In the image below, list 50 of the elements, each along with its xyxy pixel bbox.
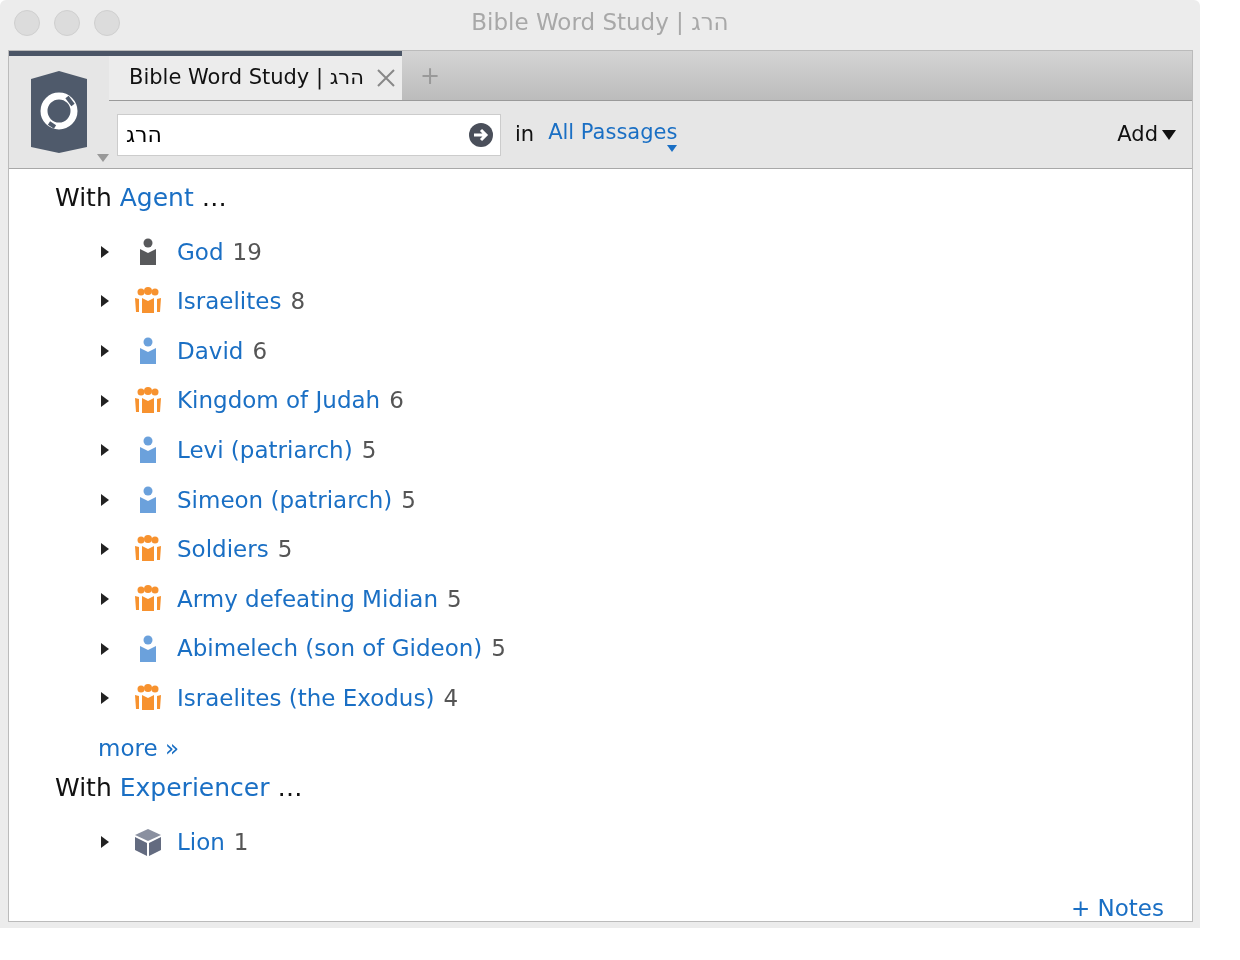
section-heading: With [55, 182, 112, 214]
section-heading: With [55, 772, 112, 805]
entity-link[interactable]: Simeon (patriarch) [177, 482, 393, 517]
entity-link[interactable]: Soldiers [177, 532, 269, 567]
caret-icon[interactable] [667, 145, 678, 153]
entity-link[interactable]: Kingdom of Judah [177, 383, 381, 418]
window-title: Bible Word Study | הרג [471, 7, 729, 37]
count-label: 6 [389, 386, 404, 416]
expand-arrow-icon[interactable] [101, 836, 109, 849]
close-tab-icon[interactable] [375, 68, 396, 88]
expand-arrow-icon[interactable] [101, 245, 109, 258]
entity-link[interactable]: Levi (patriarch) [177, 432, 353, 468]
count-label: 5 [447, 584, 462, 614]
heading-ellipsis: … [201, 182, 227, 214]
add-menu-button[interactable]: Add [1111, 117, 1182, 152]
scope-dropdown[interactable]: All Passages [548, 116, 678, 153]
count-label: 6 [252, 336, 268, 366]
role-link[interactable]: Experiencer [119, 769, 270, 807]
entity-link[interactable]: Israelites (the Exodus) [177, 680, 435, 716]
search-field[interactable]: הרג [117, 113, 501, 156]
entity-link[interactable]: God [177, 234, 224, 270]
count-label: 8 [290, 287, 306, 317]
entity-link[interactable]: Lion [177, 825, 225, 860]
entity-link[interactable]: David [177, 333, 244, 369]
entity-link[interactable]: Israelites [177, 284, 282, 319]
expand-arrow-icon[interactable] [101, 592, 109, 605]
expand-arrow-icon[interactable] [101, 295, 109, 308]
entity-link[interactable]: Abimelech (son of Gideon) [177, 631, 483, 666]
expand-arrow-icon[interactable] [101, 642, 109, 655]
expand-arrow-icon[interactable] [101, 493, 109, 506]
expand-arrow-icon[interactable] [101, 543, 109, 556]
tab[interactable]: Bible Word Study | הרג [109, 51, 402, 100]
add-notes-link[interactable]: + Notes [1071, 890, 1164, 925]
expand-arrow-icon[interactable] [101, 394, 109, 407]
count-label: 5 [361, 435, 377, 465]
role-link[interactable]: Agent [119, 179, 194, 217]
count-label: 5 [401, 485, 416, 515]
expand-arrow-icon[interactable] [101, 345, 109, 357]
more-link[interactable]: more » [98, 730, 179, 766]
heading-ellipsis: … [277, 772, 303, 805]
entity-link[interactable]: Army defeating Midian [177, 581, 438, 617]
count-label: 5 [491, 634, 506, 664]
scope-label: in [515, 120, 535, 148]
count-label: 19 [232, 237, 262, 267]
count-label: 5 [277, 535, 293, 565]
expand-arrow-icon[interactable] [101, 444, 109, 457]
expand-arrow-icon[interactable] [101, 692, 109, 705]
count-label: 1 [233, 828, 249, 857]
caret-icon [1162, 129, 1176, 140]
count-label: 4 [443, 683, 459, 713]
